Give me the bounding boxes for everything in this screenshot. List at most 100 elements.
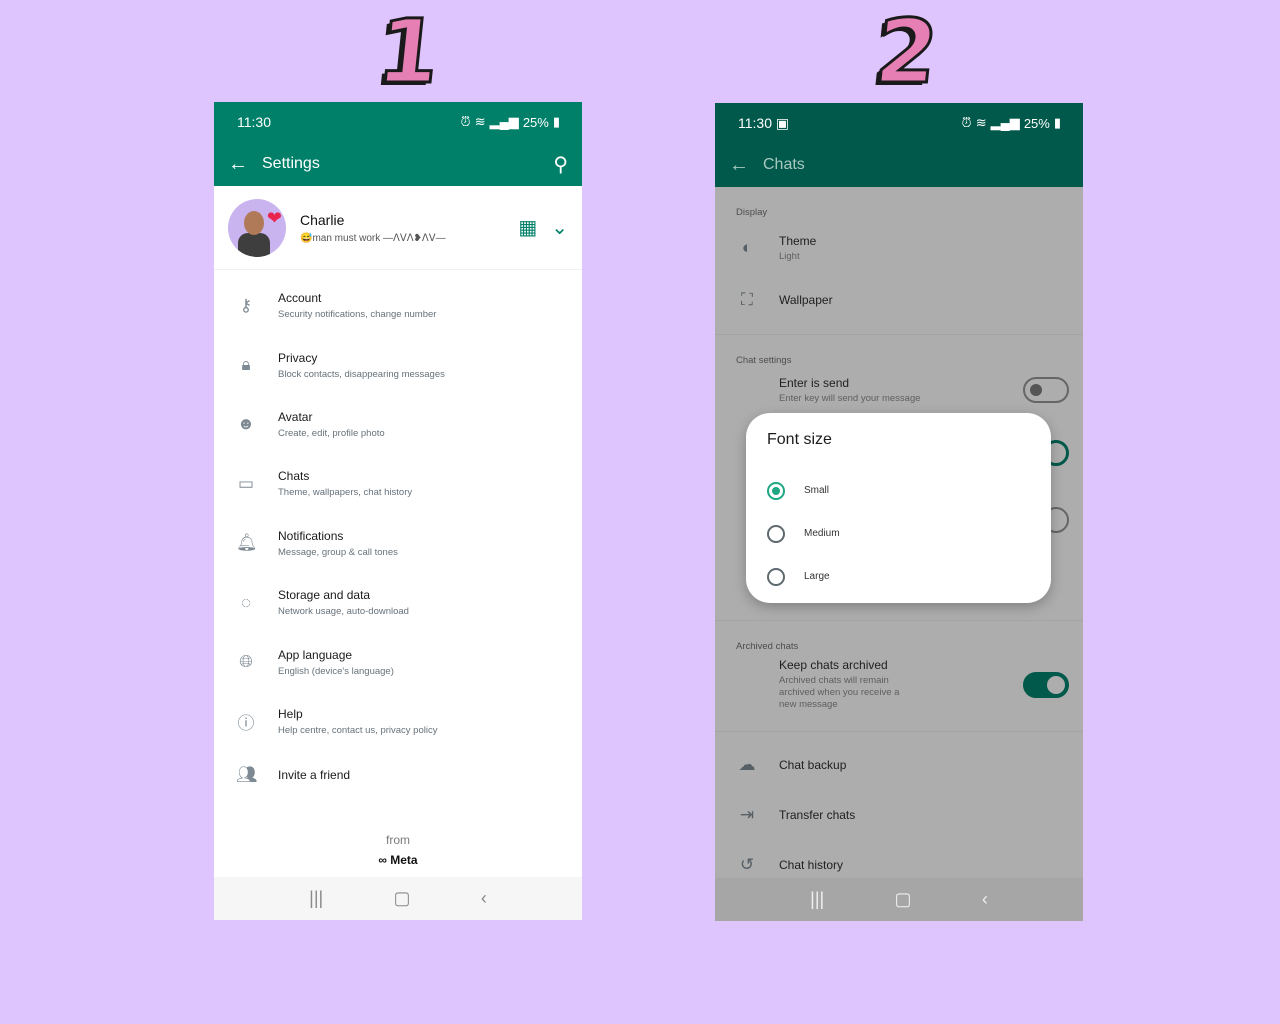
option-label: Large bbox=[804, 571, 830, 582]
keep-archived-row[interactable]: Keep chats archived Archived chats will r… bbox=[715, 658, 1083, 725]
radio-button-selected[interactable] bbox=[767, 481, 785, 500]
transfer-chats-title: Transfer chats bbox=[779, 808, 856, 822]
menu-item-invite[interactable]: 👥︎ Invite a friend bbox=[214, 751, 582, 799]
clock: 11:30 bbox=[738, 114, 772, 131]
enter-is-send-toggle[interactable] bbox=[1023, 377, 1069, 403]
system-nav-bar: ||| ▢ ‹ bbox=[715, 878, 1083, 921]
home-button[interactable]: ▢ bbox=[394, 888, 411, 909]
display-section: Display ◐ Theme Light ⛶ Wallpaper bbox=[715, 187, 1083, 335]
menu-item-privacy[interactable]: 🔒︎ Privacy Block contacts, disappearing m… bbox=[214, 335, 582, 394]
keep-archived-subtitle: Archived chats will remain archived when… bbox=[779, 675, 900, 710]
menu-item-notifications[interactable]: 🔔︎ Notifications Message, group & call to… bbox=[214, 514, 582, 573]
menu-subtitle: Network usage, auto-download bbox=[278, 606, 409, 618]
history-icon: ↺ bbox=[739, 855, 755, 874]
chat-icon: ▭ bbox=[237, 473, 255, 493]
storage-icon: ◌ bbox=[240, 592, 252, 612]
font-option-medium[interactable]: Medium bbox=[767, 512, 1030, 555]
menu-title: Avatar bbox=[278, 409, 313, 424]
wifi-icon: ≋ bbox=[474, 114, 486, 129]
menu-subtitle: Block contacts, disappearing messages bbox=[278, 368, 445, 380]
transfer-icon: ⇥ bbox=[739, 805, 755, 824]
back-button[interactable]: ‹ bbox=[982, 889, 988, 910]
wallpaper-row[interactable]: ⛶ Wallpaper bbox=[715, 272, 1083, 328]
keep-archived-toggle[interactable] bbox=[1023, 671, 1069, 698]
clock: 11:30 bbox=[237, 114, 271, 130]
menu-item-avatar[interactable]: ☻ Avatar Create, edit, profile photo bbox=[214, 395, 582, 454]
battery-icon: ▮ bbox=[552, 114, 560, 129]
profile-about: 😅man must work —ᐱᐯᐱ❥ᐱᐯ— bbox=[300, 232, 446, 244]
option-label: Small bbox=[804, 485, 830, 496]
image-notification-icon: ▣ bbox=[775, 114, 790, 131]
signal-icon: ▂▄▆ bbox=[990, 115, 1020, 130]
menu-subtitle: Create, edit, profile photo bbox=[278, 427, 385, 439]
footer-from: from bbox=[386, 833, 410, 848]
wifi-icon: ≋ bbox=[975, 115, 987, 130]
keep-archived-title: Keep chats archived bbox=[779, 658, 888, 672]
avatar-icon: ☻ bbox=[237, 414, 255, 434]
section-title: Chat settings bbox=[736, 355, 792, 366]
profile-row[interactable]: ❤ Charlie 😅man must work —ᐱᐯᐱ❥ᐱᐯ— ▦ ⌄ bbox=[214, 186, 582, 270]
qr-code-icon[interactable]: ▦ bbox=[518, 215, 537, 240]
theme-icon: ◐ bbox=[741, 238, 753, 257]
signal-icon: ▂▄▆ bbox=[489, 114, 519, 129]
menu-title: Chats bbox=[278, 469, 310, 484]
option-label: Medium bbox=[804, 528, 840, 539]
menu-title: Help bbox=[278, 706, 303, 721]
menu-title: Notifications bbox=[278, 528, 344, 543]
recents-button[interactable]: ||| bbox=[810, 889, 824, 910]
status-bar: 11:30 ▣ ⏰︎ ≋ ▂▄▆ 25% ▮ bbox=[715, 103, 1083, 143]
home-button[interactable]: ▢ bbox=[895, 889, 912, 910]
status-bar: 11:30 ⏰︎ ≋ ▂▄▆ 25% ▮ bbox=[214, 102, 582, 142]
dialog-title: Font size bbox=[767, 431, 832, 448]
back-arrow-icon[interactable]: ← bbox=[228, 153, 248, 176]
enter-is-send-subtitle: Enter key will send your message bbox=[779, 392, 921, 404]
chat-backup-row[interactable]: ☁ Chat backup bbox=[715, 740, 1083, 790]
enter-is-send-row[interactable]: Enter is send Enter key will send your me… bbox=[715, 372, 1083, 408]
section-title: Display bbox=[736, 207, 768, 218]
recents-button[interactable]: ||| bbox=[309, 888, 323, 909]
avatar[interactable]: ❤ bbox=[228, 198, 286, 257]
meta-logo: ∞ Meta bbox=[378, 853, 418, 868]
page-title: Chats bbox=[763, 156, 805, 173]
lock-icon: 🔒︎ bbox=[241, 355, 251, 375]
back-button[interactable]: ‹ bbox=[481, 888, 487, 909]
menu-item-help[interactable]: ⓘ Help Help centre, contact us, privacy p… bbox=[214, 692, 582, 751]
meta-footer: from ∞ Meta bbox=[214, 833, 582, 867]
chats-settings-screen: 11:30 ▣ ⏰︎ ≋ ▂▄▆ 25% ▮ ← Chats Display ◐… bbox=[715, 103, 1083, 921]
menu-title: Account bbox=[278, 291, 322, 306]
battery-percent: 25% bbox=[1023, 115, 1050, 131]
back-arrow-icon[interactable]: ← bbox=[729, 154, 749, 177]
menu-item-account[interactable]: ⚷ Account Security notifications, change … bbox=[214, 276, 582, 335]
menu-title: App language bbox=[278, 647, 353, 662]
radio-button[interactable] bbox=[767, 524, 785, 543]
menu-subtitle: Message, group & call tones bbox=[278, 546, 398, 558]
font-option-large[interactable]: Large bbox=[767, 555, 1030, 598]
theme-value: Light bbox=[779, 250, 800, 262]
menu-item-app-language[interactable]: 🌐︎ App language English (device's languag… bbox=[214, 632, 582, 691]
menu-item-chats[interactable]: ▭ Chats Theme, wallpapers, chat history bbox=[214, 454, 582, 513]
battery-icon: ▮ bbox=[1053, 115, 1061, 130]
wallpaper-title: Wallpaper bbox=[779, 293, 833, 307]
cloud-upload-icon: ☁ bbox=[738, 755, 756, 774]
menu-subtitle: Help centre, contact us, privacy policy bbox=[278, 724, 438, 736]
font-option-small[interactable]: Small bbox=[767, 469, 1030, 512]
settings-screen: 11:30 ⏰︎ ≋ ▂▄▆ 25% ▮ ← Settings ⚲ ❤ Char… bbox=[214, 102, 582, 920]
transfer-chats-row[interactable]: ⇥ Transfer chats bbox=[715, 790, 1083, 840]
menu-item-storage[interactable]: ◌ Storage and data Network usage, auto-do… bbox=[214, 573, 582, 632]
section-title: Archived chats bbox=[736, 641, 799, 652]
theme-row[interactable]: ◐ Theme Light bbox=[715, 224, 1083, 272]
chat-backup-title: Chat backup bbox=[779, 758, 847, 772]
chat-history-title: Chat history bbox=[779, 858, 844, 872]
enter-is-send-title: Enter is send bbox=[779, 375, 850, 390]
chevron-down-circle-icon[interactable]: ⌄ bbox=[551, 215, 568, 240]
globe-icon: 🌐︎ bbox=[239, 652, 253, 672]
search-icon[interactable]: ⚲ bbox=[553, 152, 568, 177]
wallpaper-icon: ⛶ bbox=[741, 290, 753, 309]
menu-title: Storage and data bbox=[278, 588, 371, 603]
people-icon: 👥︎ bbox=[236, 765, 258, 785]
menu-subtitle: Security notifications, change number bbox=[278, 309, 437, 321]
archived-chats-section: Archived chats Keep chats archived Archiv… bbox=[715, 621, 1083, 732]
step-number-1: 1 bbox=[371, 0, 446, 105]
radio-button[interactable] bbox=[767, 567, 785, 586]
system-nav-bar: ||| ▢ ‹ bbox=[214, 877, 582, 920]
